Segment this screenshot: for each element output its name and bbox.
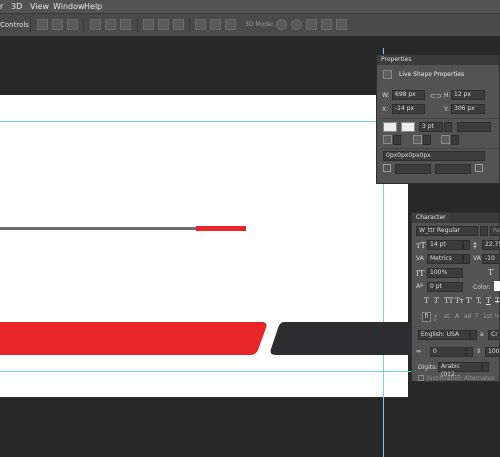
red-line-shape[interactable] [196,226,246,231]
align-stroke-icon[interactable] [383,135,392,144]
font-size-dropdown[interactable] [463,240,470,250]
justification-alternates-label: Justification Alternates [427,375,495,382]
vertical-scale-field[interactable]: 100% [427,268,463,278]
leading-field[interactable]: 22.75 [482,240,500,250]
font-family-arrow[interactable] [480,226,488,236]
corner-tr-field[interactable] [435,164,471,174]
language-arrow[interactable] [470,330,477,340]
cap-type-dropdown[interactable] [423,135,431,145]
corner-tl-field[interactable] [395,164,431,174]
leading-icon: ‡ [473,241,477,250]
kerning-field[interactable]: Metrics [427,254,463,264]
x-label: X: [382,106,389,113]
width-field[interactable]: 698 px [392,90,425,100]
language-dropdown[interactable]: English: USA [418,330,470,340]
digits-arrow[interactable] [482,362,489,372]
anti-alias-icon: a [480,331,484,338]
tsume-field[interactable]: 0 [430,347,466,357]
digits-label: Digits: [418,364,438,371]
baseline-shift-icon: Aª [416,283,423,290]
tracking-icon: VA [473,255,481,262]
height-field[interactable]: 12 px [451,90,485,100]
horizontal-scale-icon: T [488,268,494,277]
stylistic-alternates-button[interactable]: ad [464,313,472,320]
cap-type-icon[interactable] [413,135,422,144]
stroke-width-field[interactable]: 3 pt [419,122,443,132]
superscript-button[interactable]: T' [466,297,473,305]
properties-tab[interactable]: Properties [377,55,416,65]
ordinals-button[interactable]: 1st [483,313,492,320]
corner-radius-icon [383,164,391,172]
properties-panel: Properties Live Shape Properties W: 698 … [376,54,500,184]
corner-radius-field[interactable]: 0px0px0px0px [383,151,485,161]
vertical-scale-icon: IT [416,269,425,278]
discretionary-ligatures-button[interactable]: st [444,313,449,320]
swash-button[interactable]: A [455,313,459,320]
baseline-shift-field[interactable]: 0 pt [427,282,463,292]
y-label: Y: [444,106,449,113]
fill-swatch[interactable] [383,122,397,132]
underline-button[interactable]: T [486,297,491,305]
contextual-alternates-button[interactable]: ꝭ [434,313,437,321]
red-bar-shape[interactable] [0,322,267,355]
w-label: W: [382,92,390,99]
character-panel: Character W_ttr Regular Regu ᴛT 14 pt ‡ … [411,212,500,382]
h-label: H: [444,92,451,99]
titling-alternates-button[interactable]: T [475,313,479,320]
corner-type-icon[interactable] [441,135,450,144]
fractions-button[interactable]: ½ [494,313,500,320]
digits-dropdown[interactable]: Arabic (012... [438,362,482,378]
y-field[interactable]: 306 px [451,104,485,114]
x-field[interactable]: -14 px [392,104,425,114]
faux-italic-button[interactable]: T [434,297,439,305]
aki-field[interactable]: 100 [485,347,500,357]
gray-line-shape[interactable] [0,227,198,230]
stroke-swatch[interactable] [401,122,415,132]
subscript-button[interactable]: T, [476,297,482,305]
section-title: Live Shape Properties [399,71,465,78]
tsume-dropdown[interactable] [466,347,473,357]
divider [381,118,499,119]
all-caps-button[interactable]: TT [444,297,453,305]
divider [381,148,499,149]
stroke-width-dropdown[interactable] [444,122,452,132]
link-icon[interactable]: ⊂⊃ [430,92,442,100]
font-size-icon: ᴛT [416,241,426,250]
corner-type-dropdown[interactable] [451,135,459,145]
font-family-dropdown[interactable]: W_ttr Regular [416,226,478,236]
character-tab[interactable]: Character [412,213,450,223]
anti-alias-dropdown[interactable]: Cr [488,330,500,340]
color-label: Color: [473,284,491,291]
tsume-icon: ⇔ [416,348,422,355]
font-size-field[interactable]: 14 pt [427,240,463,250]
small-caps-button[interactable]: Tт [455,297,464,305]
justification-alternates-checkbox[interactable] [418,375,424,381]
kerning-dropdown[interactable] [463,254,470,264]
font-style-dropdown[interactable]: Regu [490,226,500,236]
aki-icon: ⇕ [476,348,482,355]
align-stroke-dropdown[interactable] [393,135,401,145]
corner-radius-icon [475,164,483,172]
kerning-icon: VA [416,255,424,262]
color-swatch[interactable] [494,281,500,291]
faux-bold-button[interactable]: T [424,297,429,305]
stroke-type-dropdown[interactable] [457,122,491,132]
tracking-field[interactable]: -10 [482,254,500,264]
strikethrough-button[interactable]: T [495,297,500,305]
live-shape-icon [383,70,392,79]
dark-bar-shape[interactable] [270,322,413,355]
standard-ligatures-button[interactable]: fi [422,312,431,322]
